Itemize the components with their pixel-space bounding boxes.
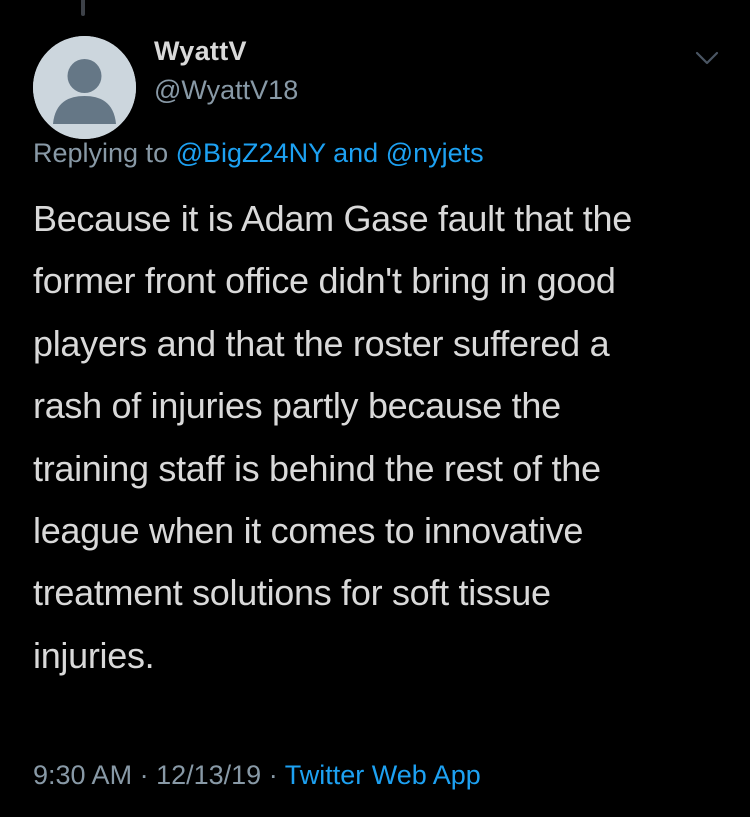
tweet-text-line: rash of injuries partly because the	[33, 385, 561, 427]
chevron-down-icon[interactable]	[692, 46, 722, 70]
tweet-metadata: 9:30 AM · 12/13/19 · Twitter Web App	[33, 760, 481, 791]
replying-to-line: Replying to @BigZ24NY and @nyjets	[33, 138, 484, 169]
tweet-time[interactable]: 9:30 AM	[33, 760, 132, 790]
mention-link[interactable]: @nyjets	[386, 138, 484, 168]
tweet-date[interactable]: 12/13/19	[156, 760, 261, 790]
mention-joiner[interactable]: and	[333, 138, 378, 168]
tweet-text-line: treatment solutions for soft tissue	[33, 572, 551, 614]
user-handle[interactable]: @WyattV18	[154, 75, 298, 106]
tweet-text-line: training staff is behind the rest of the	[33, 447, 601, 489]
mention-link[interactable]: @BigZ24NY	[176, 138, 326, 168]
tweet-text: Because it is Adam Gase fault that the f…	[33, 188, 733, 687]
tweet-text-line: injuries.	[33, 634, 155, 676]
tweet-text-line: former front office didn't bring in good	[33, 260, 616, 302]
tweet-source-link[interactable]: Twitter Web App	[285, 760, 481, 790]
tweet-text-line: league when it comes to innovative	[33, 510, 584, 552]
meta-separator: ·	[139, 760, 149, 790]
replying-to-label: Replying to	[33, 138, 169, 168]
meta-separator: ·	[268, 760, 278, 790]
default-profile-icon	[33, 36, 136, 139]
display-name[interactable]: WyattV	[154, 36, 247, 67]
avatar[interactable]	[33, 36, 136, 139]
thread-connector-line	[81, 0, 85, 16]
tweet-text-line: players and that the roster suffered a	[33, 322, 610, 364]
tweet-text-line: Because it is Adam Gase fault that the	[33, 198, 632, 239]
